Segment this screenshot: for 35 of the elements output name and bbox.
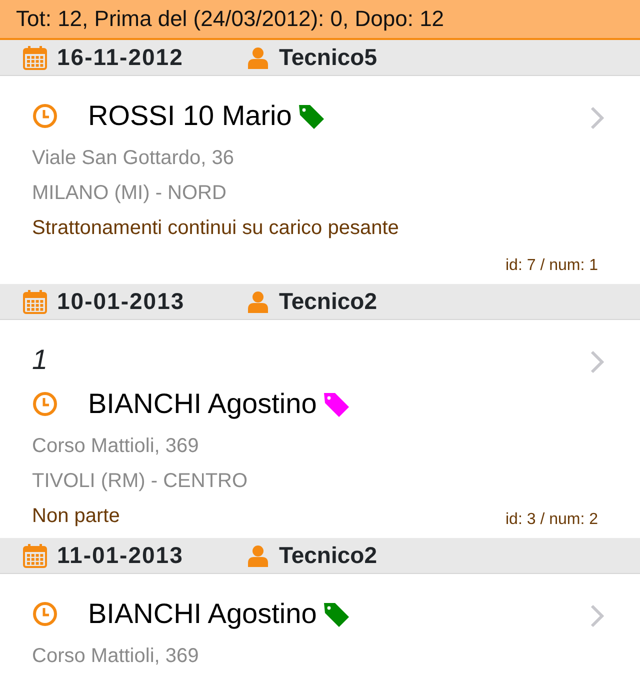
customer-name: ROSSI 10 Mario xyxy=(88,99,292,133)
technician-label: Tecnico2 xyxy=(279,287,377,316)
city-text: TIVOLI (RM) - CENTRO xyxy=(32,469,249,494)
address-text: Viale San Gottardo, 36 xyxy=(32,146,235,171)
clock-icon xyxy=(32,601,58,627)
clock-icon xyxy=(32,391,58,417)
chevron-right-icon xyxy=(590,106,604,130)
id-label: id: 7 / num: 1 xyxy=(506,256,598,276)
description-text: Non parte xyxy=(32,504,120,529)
list-item[interactable]: 1 BIANCHI Agostino Corso Mattioli, 369 TIVOLI (RM) - CENTRO Non parte id: 3 / num: 2 xyxy=(0,320,640,538)
date-label: 16-11-2012 xyxy=(57,43,184,72)
person-icon xyxy=(247,46,269,68)
summary-bar: Tot: 12, Prima del (24/03/2012): 0, Dopo: 12 xyxy=(0,0,640,40)
list-item[interactable]: BIANCHI Agostino Corso Mattioli, 369 xyxy=(0,574,640,675)
technician-label: Tecnico5 xyxy=(279,43,377,72)
person-icon xyxy=(247,290,269,312)
customer-name: BIANCHI Agostino xyxy=(88,387,317,421)
city-text: MILANO (MI) - NORD xyxy=(32,181,228,206)
address-text: Corso Mattioli, 369 xyxy=(32,644,200,669)
calendar-icon xyxy=(23,544,47,568)
clock-icon xyxy=(32,103,58,129)
calendar-icon xyxy=(23,290,47,314)
calendar-icon xyxy=(23,46,47,70)
list-item[interactable]: ROSSI 10 Mario Viale San Gottardo, 36 MILANO (MI) - NORD Strattonamenti continui su carico pesante id: 7 / num: 1 xyxy=(0,76,640,284)
date-label: 11-01-2013 xyxy=(57,541,184,570)
customer-name: BIANCHI Agostino xyxy=(88,597,317,631)
chevron-right-icon xyxy=(590,350,604,374)
description-text: Strattonamenti continui su carico pesante xyxy=(32,216,399,241)
technician-label: Tecnico2 xyxy=(279,541,377,570)
chevron-right-icon xyxy=(590,604,604,628)
address-text: Corso Mattioli, 369 xyxy=(32,434,200,459)
id-label: id: 3 / num: 2 xyxy=(506,510,598,530)
note-text: 1 xyxy=(32,343,48,377)
date-label: 10-01-2013 xyxy=(57,287,186,316)
person-icon xyxy=(247,544,269,566)
